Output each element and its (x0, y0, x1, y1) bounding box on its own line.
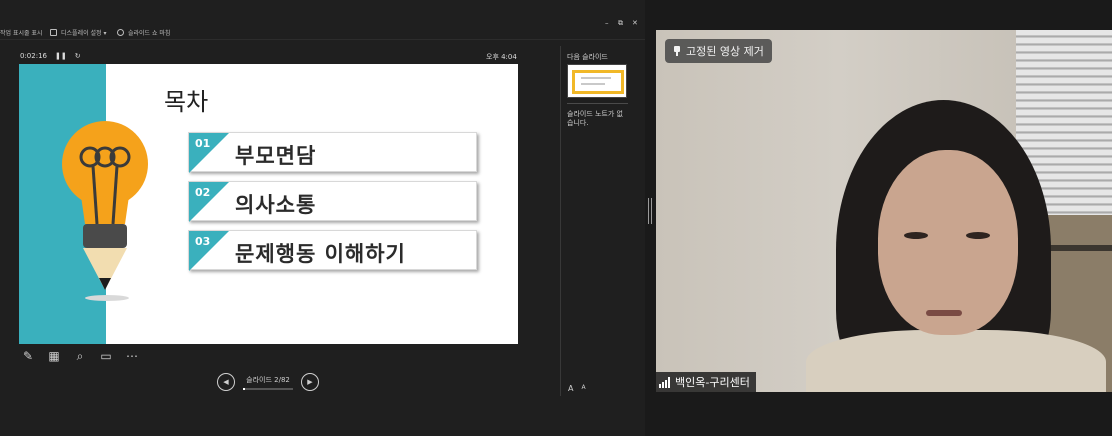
monitor-icon (50, 29, 57, 36)
unpin-video-label: 고정된 영상 제거 (686, 45, 764, 58)
toc-label: 의사소통 (235, 193, 317, 217)
participant-nameplate: 백인옥-구리센터 (656, 372, 756, 392)
minimize-icon[interactable]: – (605, 19, 609, 27)
participant-face (878, 150, 1018, 335)
signal-strength-icon (659, 376, 670, 388)
slide-counter-block: 슬라이드 2/82 (243, 375, 293, 390)
toc-number: 02 (195, 186, 211, 199)
show-taskbar-label: 작업 표시줄 표시 (0, 30, 43, 37)
end-show-icon (117, 29, 124, 36)
notes-separator (567, 103, 628, 104)
pin-icon (673, 46, 681, 56)
slide-progress-fill (243, 387, 245, 390)
toc-item-1: 01 부모면담 (188, 132, 477, 173)
toc-item-3: 03 문제행동 이해하기 (188, 230, 477, 271)
slide-grid-icon[interactable]: ▦ (46, 348, 62, 364)
panel-divider (560, 46, 561, 396)
elapsed-time: 0:02:16 (20, 52, 47, 60)
toc-label: 문제행동 이해하기 (235, 242, 406, 266)
toc-label: 부모면담 (235, 144, 317, 168)
presenter-view: 작업 표시줄 표시 디스플레이 설정 ▾ 슬라이드 쇼 마침 – ⧉ ✕ 0:0… (0, 0, 645, 436)
display-settings-button[interactable]: 디스플레이 설정 ▾ (50, 28, 106, 37)
pen-icon[interactable]: ✎ (20, 348, 36, 364)
participant-name: 백인옥-구리센터 (675, 376, 750, 389)
show-taskbar-button[interactable]: 작업 표시줄 표시 (0, 28, 42, 37)
slide-timer: 0:02:16 ❚❚ ↻ (20, 52, 81, 60)
previous-slide-button[interactable]: ◀ (217, 373, 235, 391)
slide-notes: 슬라이드 노트가 없습니다. (567, 110, 623, 127)
next-slide-thumbnail[interactable] (567, 64, 627, 98)
decrease-font-icon[interactable]: A (581, 384, 585, 393)
slide-counter: 슬라이드 2/82 (246, 375, 290, 384)
screen-root: 작업 표시줄 표시 디스플레이 설정 ▾ 슬라이드 쇼 마침 – ⧉ ✕ 0:0… (0, 0, 1112, 436)
slide-tools: ✎ ▦ ⌕ ▭ ⋯ (20, 348, 140, 364)
increase-font-icon[interactable]: A (568, 384, 573, 393)
thumbnail-card (572, 70, 624, 94)
toc-item-2: 02 의사소통 (188, 181, 477, 222)
restore-icon[interactable]: ⧉ (618, 19, 623, 28)
end-slideshow-label: 슬라이드 쇼 마침 (128, 30, 171, 37)
resize-grip[interactable] (648, 198, 652, 224)
slide-navigation: ◀ 슬라이드 2/82 ▶ (217, 373, 319, 391)
participant-sweater (806, 330, 1106, 392)
unpin-video-button[interactable]: 고정된 영상 제거 (665, 39, 772, 63)
presenter-toolbar: 작업 표시줄 표시 디스플레이 설정 ▾ 슬라이드 쇼 마침 – ⧉ ✕ (0, 0, 645, 40)
current-slide[interactable]: 목차 01 부모면담 02 의사소통 03 문제행동 이해하기 (19, 64, 518, 344)
screen-icon[interactable]: ▭ (98, 348, 114, 364)
toc-number: 03 (195, 235, 211, 248)
next-slide-label: 다음 슬라이드 (567, 53, 608, 61)
participant-video-tile[interactable]: 고정된 영상 제거 백인옥-구리센터 (656, 30, 1112, 392)
zoom-icon[interactable]: ⌕ (72, 348, 88, 364)
reset-timer-icon[interactable]: ↻ (75, 52, 81, 60)
notes-font-controls: A A (568, 384, 586, 393)
pause-timer-icon[interactable]: ❚❚ (55, 52, 67, 60)
display-settings-label: 디스플레이 설정 ▾ (61, 30, 107, 37)
next-slide-button[interactable]: ▶ (301, 373, 319, 391)
lightbulb-pencil-icon (62, 121, 148, 301)
more-options-icon[interactable]: ⋯ (124, 348, 140, 364)
close-icon[interactable]: ✕ (632, 19, 638, 27)
end-slideshow-button[interactable]: 슬라이드 쇼 마침 (117, 28, 170, 37)
toc-number: 01 (195, 137, 211, 150)
current-time: 오후 4:04 (486, 53, 517, 61)
slide-title: 목차 (164, 88, 209, 116)
slide-progress-bar (243, 387, 293, 390)
